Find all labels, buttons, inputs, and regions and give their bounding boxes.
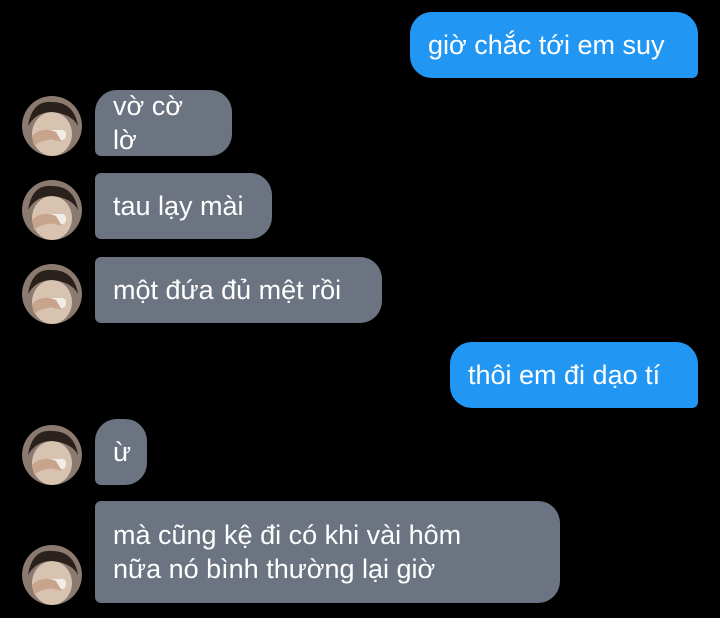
message-bubble-incoming[interactable]: một đứa đủ mệt rồi (95, 257, 382, 323)
message-bubble-incoming[interactable]: tau lạy mài (95, 173, 272, 239)
user-avatar-icon[interactable] (22, 96, 82, 156)
message-bubble-incoming[interactable]: mà cũng kệ đi có khi vài hôm nữa nó bình… (95, 501, 560, 603)
user-avatar-icon[interactable] (22, 425, 82, 485)
message-bubble-outgoing[interactable]: giờ chắc tới em suy (410, 12, 698, 78)
avatar-photo (22, 180, 82, 240)
user-avatar-icon[interactable] (22, 180, 82, 240)
avatar-photo (22, 545, 82, 605)
avatar-photo (22, 425, 82, 485)
avatar-photo (22, 264, 82, 324)
avatar-photo (22, 96, 82, 156)
message-bubble-incoming[interactable]: vờ cờ lờ (95, 90, 232, 156)
message-bubble-incoming[interactable]: ừ (95, 419, 147, 485)
message-bubble-outgoing[interactable]: thôi em đi dạo tí (450, 342, 698, 408)
user-avatar-icon[interactable] (22, 264, 82, 324)
user-avatar-icon[interactable] (22, 545, 82, 605)
